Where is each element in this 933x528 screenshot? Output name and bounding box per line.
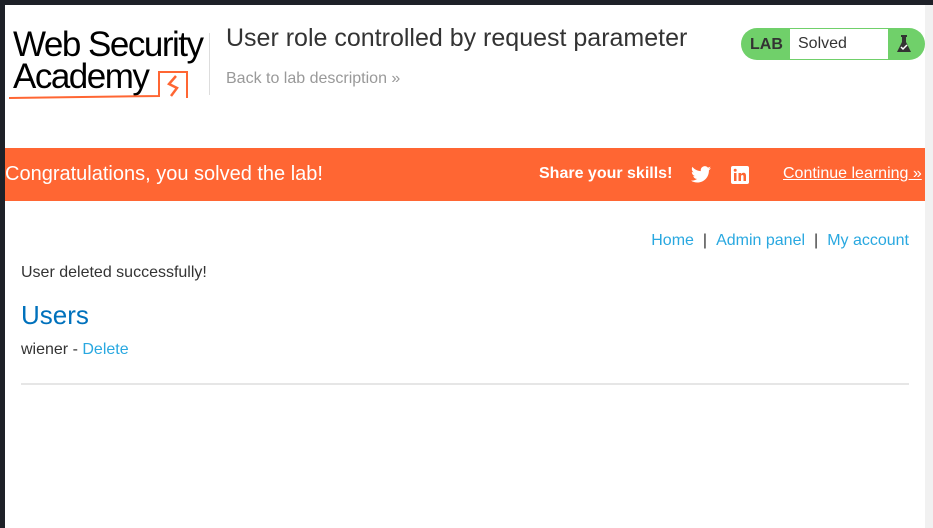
nav-my-account-link[interactable]: My account [827,232,909,249]
nav-home-link[interactable]: Home [651,232,694,249]
back-to-lab-description-link[interactable]: Back to lab description » [226,70,400,88]
header-divider [209,33,210,95]
share-skills-label: Share your skills! [539,165,673,182]
success-message: User deleted successfully! [21,264,207,281]
nav-separator: | [702,232,708,249]
logo-bolt-icon [9,71,188,99]
solved-banner: Congratulations, you solved the lab! Sha… [5,148,925,201]
page: Web Security Academy User role controlle… [5,5,925,528]
web-security-academy-logo[interactable]: Web Security Academy [9,25,209,100]
flask-check-icon [897,35,911,52]
user-name: wiener [21,341,69,358]
lab-status-badge: LAB Solved [741,28,925,60]
divider [21,383,909,385]
user-separator: - [68,341,83,358]
congratulations-message: Congratulations, you solved the lab! [5,163,323,185]
continue-learning-link[interactable]: Continue learning » [783,165,922,183]
user-row: wiener - Delete [21,341,129,359]
twitter-icon[interactable] [691,166,711,183]
lab-status-value: Solved [790,29,888,59]
lab-label: LAB [750,36,783,53]
delete-user-link[interactable]: Delete [82,341,128,358]
nav-admin-panel-link[interactable]: Admin panel [716,232,805,249]
nav-separator: | [814,232,819,249]
linkedin-icon[interactable] [731,166,749,184]
users-heading: Users [21,300,89,330]
top-nav: Home | Admin panel | My account [651,232,909,250]
scrollbar[interactable] [925,5,933,528]
lab-title: User role controlled by request paramete… [226,24,688,52]
